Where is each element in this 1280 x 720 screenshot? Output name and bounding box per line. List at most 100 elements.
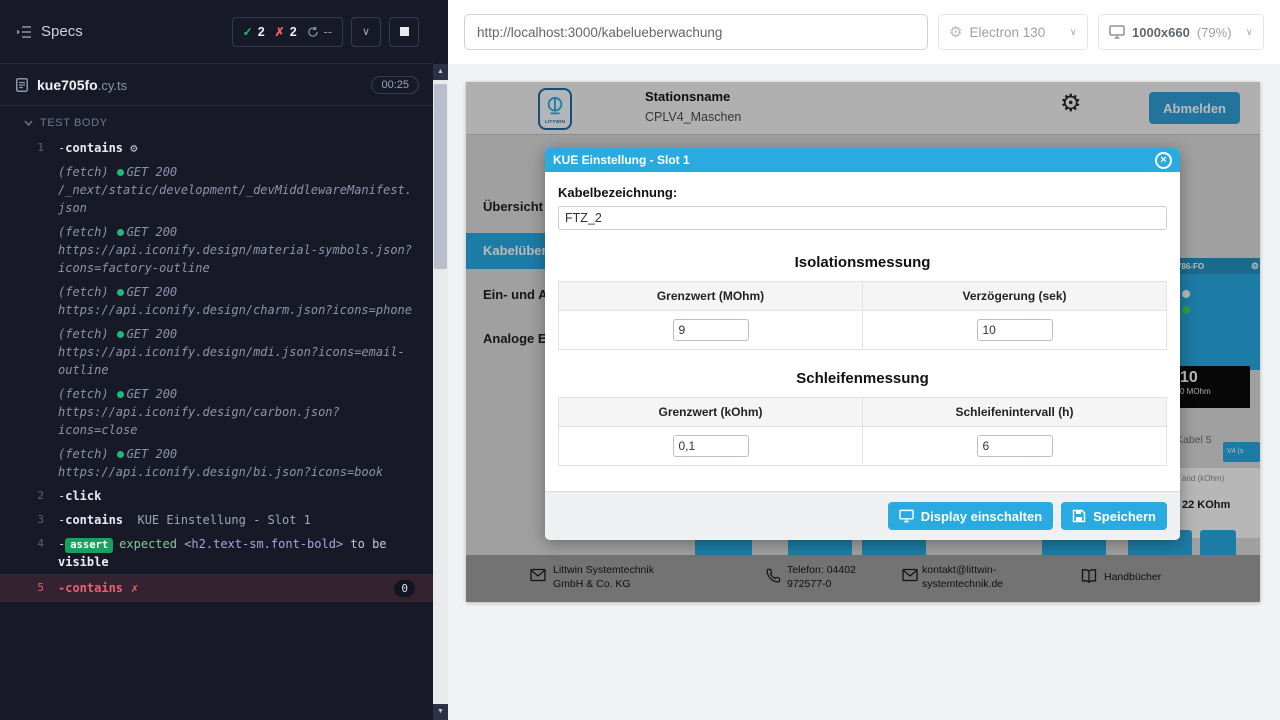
modal-footer: Display einschalten Speichern bbox=[545, 491, 1180, 540]
test-body-toggle[interactable]: TEST BODY bbox=[0, 106, 433, 136]
failed-command-row[interactable]: 5 -contains✗ 0 bbox=[0, 574, 433, 602]
loop-grenzwert-input[interactable] bbox=[673, 435, 749, 457]
browser-bar: ⚙ Electron 130 ∨ 1000x660 (79%) ∨ bbox=[448, 0, 1280, 64]
cross-icon: ✗ bbox=[275, 25, 285, 39]
pending-count: -- bbox=[324, 25, 332, 39]
cable-name-input[interactable] bbox=[558, 206, 1167, 230]
fetch-status: GET 200 bbox=[127, 225, 178, 239]
reporter-scrollbar: ▲ ▼ bbox=[433, 0, 448, 720]
network-log-entry[interactable]: (fetch)GET 200 https://api.iconify.desig… bbox=[0, 382, 433, 442]
kue-settings-modal: KUE Einstellung - Slot 1 × Kabelbezeichn… bbox=[545, 148, 1180, 540]
pending-stat: -- bbox=[307, 25, 332, 39]
isolation-table: Grenzwert (MOhm) Verzögerung (sek) bbox=[558, 281, 1167, 350]
command-argument: KUE Einstellung - Slot 1 bbox=[137, 513, 310, 527]
spec-file-icon bbox=[16, 78, 28, 92]
chevron-down-icon: ∨ bbox=[1246, 27, 1253, 38]
line-number: 4 bbox=[0, 535, 58, 571]
modal-titlebar: KUE Einstellung - Slot 1 × bbox=[545, 148, 1180, 172]
dash: - bbox=[58, 537, 65, 551]
save-button[interactable]: Speichern bbox=[1061, 502, 1167, 530]
stop-icon bbox=[400, 27, 409, 36]
network-log-entry[interactable]: (fetch)GET 200 https://api.iconify.desig… bbox=[0, 322, 433, 382]
line-number: 2 bbox=[0, 487, 58, 505]
test-stats[interactable]: ✓2 ✗2 -- bbox=[232, 17, 343, 47]
line-number: 1 bbox=[0, 139, 58, 157]
spec-duration-badge: 00:25 bbox=[371, 76, 419, 94]
url-input[interactable] bbox=[464, 14, 928, 50]
browser-name: Electron 130 bbox=[969, 25, 1045, 40]
command-name: contains bbox=[65, 513, 123, 527]
assert-expected: expected bbox=[119, 537, 177, 551]
failed-stat: ✗2 bbox=[275, 25, 297, 39]
assert-text: to be bbox=[350, 537, 386, 551]
assert-badge: assert bbox=[65, 538, 113, 553]
assert-visible: visible bbox=[58, 555, 109, 569]
specs-menu-button[interactable]: Specs bbox=[16, 23, 83, 40]
assert-row[interactable]: 4 -assert expected <h2.text-sm.font-bold>… bbox=[0, 532, 433, 574]
isolation-section-title: Isolationsmessung bbox=[558, 254, 1167, 271]
runner-controls: ✓2 ✗2 -- ∨ bbox=[232, 17, 419, 47]
browser-select[interactable]: ⚙ Electron 130 ∨ bbox=[938, 14, 1088, 50]
fetch-url: /_next/static/development/_devMiddleware… bbox=[58, 183, 412, 215]
scroll-up-button[interactable]: ▲ bbox=[433, 64, 448, 80]
app-under-test: LITTWIN Stationsname CPLV4_Maschen ⚙ Abm… bbox=[466, 82, 1260, 602]
command-row-click[interactable]: 2 -click bbox=[0, 484, 433, 508]
iso-col-grenzwert: Grenzwert (MOhm) bbox=[559, 282, 863, 311]
iso-col-verzoegerung: Verzögerung (sek) bbox=[863, 282, 1167, 311]
status-dot-icon bbox=[117, 289, 124, 296]
chevron-down-icon: ∨ bbox=[1070, 27, 1077, 38]
fetch-url: https://api.iconify.design/bi.json?icons… bbox=[58, 465, 383, 479]
command-log: 1 -contains ⚙ (fetch)GET 200 /_next/stat… bbox=[0, 136, 433, 602]
iso-grenzwert-input[interactable] bbox=[673, 319, 749, 341]
command-name: contains bbox=[65, 581, 123, 595]
scrollbar-thumb[interactable] bbox=[434, 84, 447, 269]
modal-title: KUE Einstellung - Slot 1 bbox=[553, 153, 690, 167]
close-icon[interactable]: × bbox=[1155, 152, 1172, 169]
screen: Specs ✓2 ✗2 -- ∨ kue705fo.cy.ts 00:25 bbox=[0, 0, 1280, 720]
spec-file-row[interactable]: kue705fo.cy.ts 00:25 bbox=[0, 64, 433, 106]
network-log-entry[interactable]: (fetch)GET 200 /_next/static/development… bbox=[0, 160, 433, 220]
display-on-button[interactable]: Display einschalten bbox=[888, 502, 1053, 530]
loop-section-title: Schleifenmessung bbox=[558, 370, 1167, 387]
monitor-icon bbox=[1109, 25, 1125, 39]
viewport-size: 1000x660 bbox=[1132, 25, 1190, 40]
fetch-status: GET 200 bbox=[127, 447, 178, 461]
aut-canvas: LITTWIN Stationsname CPLV4_Maschen ⚙ Abm… bbox=[448, 64, 1280, 720]
fetch-url: https://api.iconify.design/material-symb… bbox=[58, 243, 412, 275]
test-body-label: TEST BODY bbox=[40, 117, 108, 129]
assert-selector: <h2.text-sm.font-bold> bbox=[184, 537, 343, 551]
passed-stat: ✓2 bbox=[243, 25, 265, 39]
command-row-contains-2[interactable]: 3 -contains KUE Einstellung - Slot 1 bbox=[0, 508, 433, 532]
chevron-down-icon bbox=[24, 120, 33, 126]
spec-name: kue705fo.cy.ts bbox=[37, 77, 127, 93]
fetch-url: https://api.iconify.design/mdi.json?icon… bbox=[58, 345, 405, 377]
status-dot-icon bbox=[117, 331, 124, 338]
network-log-entry[interactable]: (fetch)GET 200 https://api.iconify.desig… bbox=[0, 280, 433, 322]
collapse-dropdown-button[interactable]: ∨ bbox=[351, 17, 381, 47]
monitor-icon bbox=[899, 509, 914, 523]
save-floppy-icon bbox=[1072, 509, 1086, 523]
loop-table: Grenzwert (kOhm) Schleifenintervall (h) bbox=[558, 397, 1167, 466]
modal-body: Kabelbezeichnung: Isolationsmessung Gren… bbox=[545, 172, 1180, 491]
stop-button[interactable] bbox=[389, 17, 419, 47]
fetch-status: GET 200 bbox=[127, 165, 178, 179]
aut-pane: ⚙ Electron 130 ∨ 1000x660 (79%) ∨ LITTWI… bbox=[448, 0, 1280, 720]
fetch-url: https://api.iconify.design/carbon.json?i… bbox=[58, 405, 340, 437]
command-row-contains-1[interactable]: 1 -contains ⚙ bbox=[0, 136, 433, 160]
specs-list-icon bbox=[16, 25, 32, 39]
gear-icon: ⚙ bbox=[130, 141, 137, 155]
scroll-down-button[interactable]: ▼ bbox=[433, 704, 448, 720]
loop-col-grenzwert: Grenzwert (kOhm) bbox=[559, 398, 863, 427]
fail-x-icon: ✗ bbox=[131, 581, 138, 595]
cable-name-label: Kabelbezeichnung: bbox=[558, 185, 1167, 200]
network-log-entry[interactable]: (fetch)GET 200 https://api.iconify.desig… bbox=[0, 220, 433, 280]
passed-count: 2 bbox=[258, 25, 265, 39]
iso-verzoegerung-input[interactable] bbox=[977, 319, 1053, 341]
cypress-header: Specs ✓2 ✗2 -- ∨ bbox=[0, 0, 433, 64]
spec-extension: .cy.ts bbox=[98, 78, 127, 93]
network-log-entry[interactable]: (fetch)GET 200 https://api.iconify.desig… bbox=[0, 442, 433, 484]
loop-intervall-input[interactable] bbox=[977, 435, 1053, 457]
browser-icon: ⚙ bbox=[949, 23, 962, 41]
fetch-status: GET 200 bbox=[127, 327, 178, 341]
viewport-select[interactable]: 1000x660 (79%) ∨ bbox=[1098, 14, 1264, 50]
